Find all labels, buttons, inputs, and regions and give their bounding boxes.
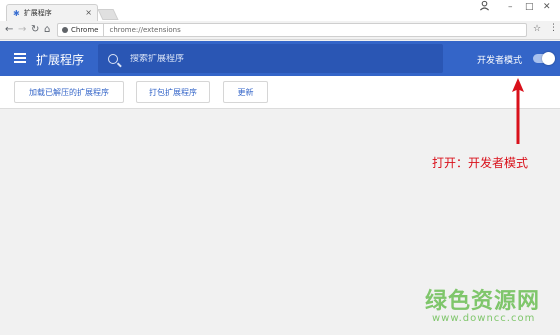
load-unpacked-button[interactable]: 加载已解压的扩展程序 bbox=[14, 81, 124, 103]
profile-icon[interactable] bbox=[479, 0, 490, 11]
reload-icon[interactable]: ↻ bbox=[31, 24, 39, 35]
annotation-text: 打开：开发者模式 bbox=[432, 156, 529, 170]
search-box[interactable] bbox=[98, 44, 443, 73]
watermark-title: 绿色资源网 bbox=[425, 289, 541, 314]
back-icon[interactable]: ← bbox=[5, 24, 13, 35]
close-window-button[interactable]: ✕ bbox=[543, 2, 551, 12]
pack-extension-button[interactable]: 打包扩展程序 bbox=[136, 81, 210, 103]
maximize-button[interactable]: □ bbox=[525, 2, 534, 12]
toggle-knob bbox=[542, 52, 555, 65]
new-tab-button[interactable] bbox=[97, 9, 119, 20]
devmode-toggle[interactable] bbox=[533, 52, 555, 65]
tab-title: 扩展程序 bbox=[23, 9, 52, 17]
puzzle-icon: ✱ bbox=[13, 8, 20, 18]
tab-close-icon[interactable]: × bbox=[85, 8, 92, 17]
annotation-arrow bbox=[512, 78, 524, 144]
home-icon[interactable]: ⌂ bbox=[44, 24, 50, 35]
bookmark-star-icon[interactable]: ☆ bbox=[533, 24, 541, 34]
search-input[interactable] bbox=[130, 53, 430, 64]
browser-toolbar: ← → ↻ ⌂ Chrome chrome://extensions bbox=[0, 21, 560, 40]
site-chip[interactable]: Chrome bbox=[58, 24, 105, 36]
extensions-header: 扩展程序 开发者模式 bbox=[0, 41, 560, 76]
search-icon bbox=[108, 53, 118, 64]
tab-extensions[interactable]: ✱ 扩展程序 × bbox=[6, 4, 98, 21]
menu-dots-icon[interactable]: ⋮ bbox=[549, 23, 558, 33]
devmode-label: 开发者模式 bbox=[477, 56, 523, 66]
minimize-button[interactable]: – bbox=[508, 2, 513, 12]
page-title: 扩展程序 bbox=[36, 53, 85, 67]
site-label: Chrome bbox=[71, 26, 99, 34]
chrome-icon bbox=[62, 27, 68, 33]
action-bar: 加载已解压的扩展程序 打包扩展程序 更新 bbox=[0, 76, 560, 109]
title-bar: ✱ 扩展程序 × – □ ✕ bbox=[0, 0, 560, 21]
url-text[interactable]: chrome://extensions bbox=[104, 26, 180, 34]
hamburger-icon[interactable] bbox=[14, 53, 26, 63]
forward-icon[interactable]: → bbox=[18, 24, 26, 35]
address-bar[interactable]: Chrome chrome://extensions bbox=[57, 23, 527, 37]
watermark-url: www.downcc.com bbox=[432, 313, 536, 324]
update-button[interactable]: 更新 bbox=[223, 81, 268, 103]
